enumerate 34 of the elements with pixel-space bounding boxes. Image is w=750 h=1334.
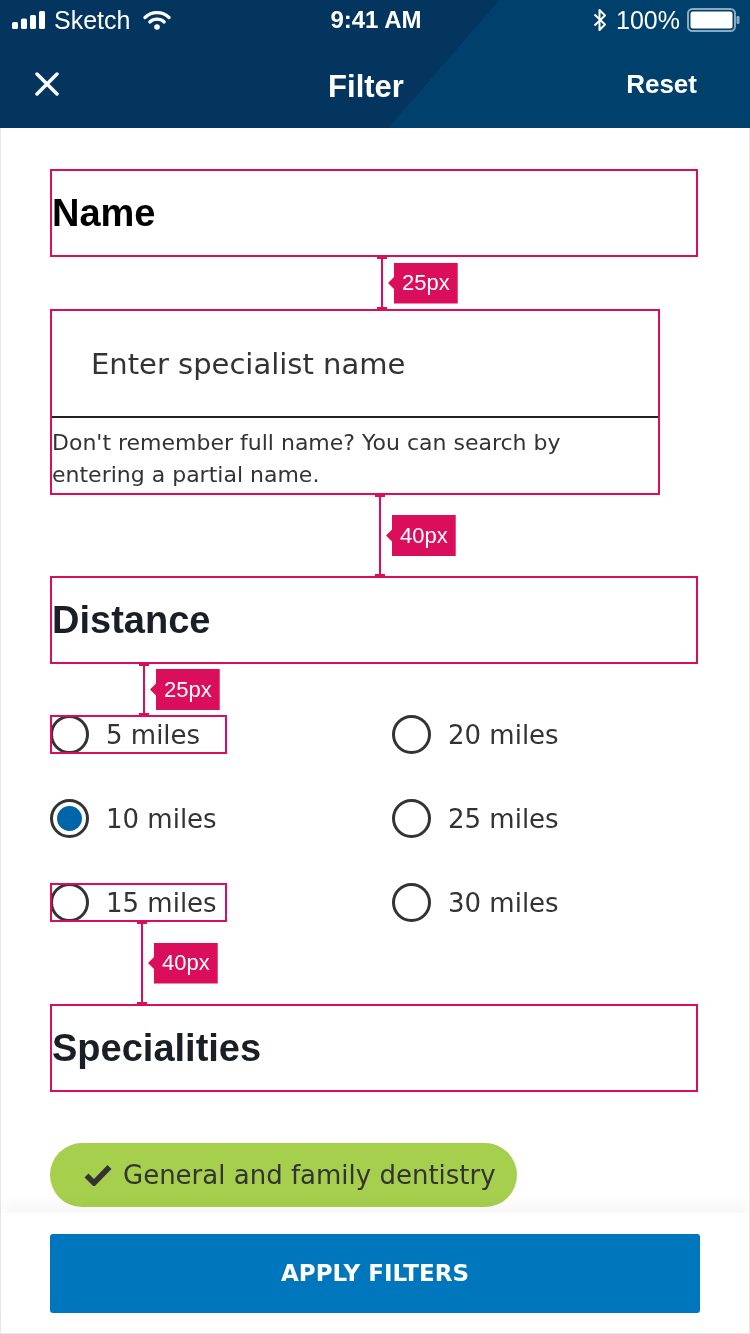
radio-button[interactable]: [50, 715, 89, 754]
section-heading: Name: [52, 194, 156, 232]
radio-label[interactable]: 30 miles: [448, 889, 559, 916]
specialty-chip[interactable]: General and family dentistry: [50, 1143, 517, 1207]
status-time: 9:41 AM: [330, 8, 422, 32]
measure-label: 25px: [388, 262, 458, 304]
radio-button[interactable]: [392, 799, 431, 838]
battery-icon: [687, 8, 740, 32]
nav-title: Filter: [328, 70, 404, 102]
radio-button[interactable]: [392, 883, 431, 922]
signal-icon: [12, 11, 46, 29]
measure-label: 25px: [150, 669, 220, 710]
measure-label: 40px: [386, 515, 456, 556]
radio-button[interactable]: [392, 715, 431, 754]
radio-label[interactable]: 20 miles: [448, 721, 559, 748]
helper-text: Don't remember full name? You can search by entering a partial name.: [52, 429, 562, 489]
measure-label: 40px: [148, 942, 218, 984]
radio-label[interactable]: 10 miles: [106, 805, 217, 832]
wifi-icon: [143, 10, 172, 30]
radio-button[interactable]: [50, 883, 89, 922]
carrier-name: Sketch: [54, 7, 131, 33]
radio-label[interactable]: 25 miles: [448, 805, 559, 832]
close-button[interactable]: [35, 72, 59, 96]
radio-label[interactable]: 15 miles: [106, 889, 217, 916]
section-heading: Distance: [52, 601, 211, 639]
apply-filters-button[interactable]: APPLY FILTERS: [50, 1234, 700, 1313]
close-icon: [35, 72, 59, 96]
section-heading: Specialities: [52, 1029, 262, 1067]
battery-percent: 100%: [616, 7, 680, 33]
check-icon: [84, 1164, 112, 1186]
bluetooth-icon: [593, 8, 608, 32]
radio-label[interactable]: 5 miles: [106, 721, 201, 748]
radio-button[interactable]: [50, 799, 89, 838]
reset-button[interactable]: Reset: [626, 71, 697, 97]
